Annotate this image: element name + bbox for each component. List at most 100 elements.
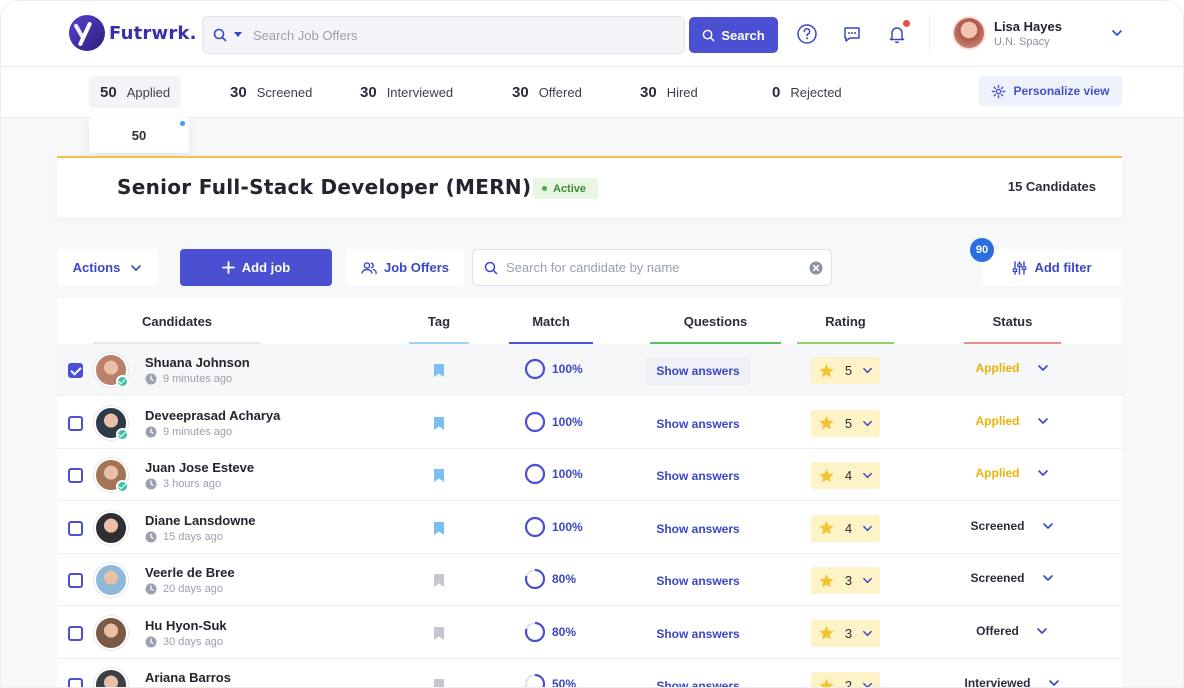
show-answers-button[interactable]: Show answers [646, 672, 750, 687]
user-name: Lisa Hayes [994, 19, 1062, 34]
status-dropdown[interactable]: Screened [957, 519, 1067, 533]
job-offers-button[interactable]: Job Offers [346, 249, 464, 286]
notifications-button[interactable] [886, 20, 910, 45]
rating-dropdown[interactable]: 3 [811, 567, 880, 594]
status-dropdown[interactable]: Screened [957, 571, 1067, 585]
stage-count: 30 [640, 83, 657, 101]
match-value: 100% [552, 414, 583, 429]
rating-dropdown[interactable]: 3 [811, 619, 880, 647]
add-filter-button[interactable]: Add filter [982, 249, 1122, 286]
column-header-status[interactable]: Status [964, 299, 1061, 344]
bookmark-icon[interactable] [433, 521, 445, 536]
rating-dropdown[interactable]: 5 [811, 409, 880, 437]
row-checkbox[interactable] [68, 415, 83, 431]
personalize-view-button[interactable]: Personalize view [979, 76, 1122, 106]
candidate-name[interactable]: Shuana Johnson [145, 355, 250, 370]
tab-screened[interactable]: 30 Screened [219, 76, 323, 108]
candidate-time-label: 15 days ago [163, 530, 223, 543]
row-checkbox[interactable] [68, 573, 83, 588]
rating-dropdown[interactable]: 4 [811, 514, 880, 542]
candidate-name[interactable]: Juan Jose Esteve [145, 460, 254, 475]
stage-count: 0 [772, 83, 781, 101]
avatar[interactable] [94, 668, 128, 687]
candidate-search-input[interactable]: Search for candidate by name [472, 249, 832, 286]
table-row[interactable]: Deveeprasad Acharya 9 minutes ago 100% S… [57, 396, 1122, 449]
bookmark-icon[interactable] [433, 416, 445, 431]
candidate-time-label: 30 days ago [163, 635, 223, 648]
chat-icon [844, 27, 860, 42]
show-answers-button[interactable]: Show answers [646, 462, 750, 490]
table-row[interactable]: Ariana Barros 50% Show answers 2 Intervi… [57, 659, 1122, 688]
stage-label: Hired [666, 84, 698, 100]
match-value: 80% [552, 624, 577, 639]
tab-hired[interactable]: 30 Hired [629, 76, 709, 108]
tab-offered[interactable]: 30 Offered [501, 76, 593, 108]
tab-interviewed[interactable]: 30 Interviewed [349, 76, 464, 108]
caret-down-icon[interactable] [233, 31, 243, 39]
status-value: Screened [970, 571, 1025, 585]
tab-rejected[interactable]: 0 Rejected [761, 76, 853, 108]
column-header-tag[interactable]: Tag [409, 299, 469, 344]
avatar[interactable] [94, 510, 128, 545]
logo[interactable]: Futrwrk. [69, 15, 197, 51]
help-icon [797, 24, 817, 44]
add-job-button[interactable]: Add job [180, 249, 332, 286]
rating-dropdown[interactable]: 4 [811, 462, 880, 489]
status-dropdown[interactable]: Interviewed [957, 676, 1067, 687]
bookmark-icon[interactable] [433, 678, 445, 688]
column-header-candidates[interactable]: Candidates [93, 299, 261, 344]
table-row[interactable]: Shuana Johnson 9 minutes ago 100% Show a… [57, 344, 1122, 396]
show-answers-button[interactable]: Show answers [646, 515, 750, 543]
status-dropdown[interactable]: Applied [957, 466, 1067, 480]
star-icon [819, 363, 834, 377]
status-dropdown[interactable]: Offered [957, 624, 1067, 638]
bookmark-icon[interactable] [433, 626, 445, 641]
match-score: 100% [524, 411, 583, 433]
show-answers-button[interactable]: Show answers [646, 620, 750, 648]
candidate-name[interactable]: Veerle de Bree [145, 565, 235, 580]
show-answers-button[interactable]: Show answers [646, 357, 750, 385]
status-dropdown[interactable]: Applied [957, 361, 1067, 375]
table-row[interactable]: Veerle de Bree 20 days ago 80% Show answ… [57, 554, 1122, 606]
row-checkbox[interactable] [68, 468, 83, 483]
candidate-search-placeholder: Search for candidate by name [506, 260, 680, 275]
candidate-time: 3 hours ago [145, 478, 221, 490]
column-header-rating[interactable]: Rating [797, 299, 894, 344]
candidate-name[interactable]: Diane Lansdowne [145, 513, 256, 528]
table-row[interactable]: Hu Hyon-Suk 30 days ago 80% Show answers… [57, 606, 1122, 659]
bookmark-icon[interactable] [433, 363, 445, 378]
bookmark-icon[interactable] [433, 468, 445, 483]
messages-button[interactable] [841, 23, 863, 45]
user-avatar[interactable] [952, 16, 986, 50]
row-checkbox[interactable] [68, 625, 83, 641]
actions-dropdown[interactable]: Actions [57, 249, 158, 286]
column-header-label: Match [532, 314, 570, 329]
show-answers-button[interactable]: Show answers [646, 567, 750, 595]
show-answers-button[interactable]: Show answers [646, 410, 750, 438]
match-score: 80% [524, 621, 576, 643]
candidate-name[interactable]: Deveeprasad Acharya [145, 408, 280, 423]
candidate-name[interactable]: Hu Hyon-Suk [145, 618, 227, 633]
tab-applied[interactable]: 50 Applied [89, 76, 182, 108]
bookmark-icon[interactable] [433, 573, 445, 588]
row-checkbox[interactable] [68, 520, 83, 536]
job-search-field[interactable]: Search Job Offers [202, 16, 685, 54]
search-button[interactable]: Search [689, 17, 778, 53]
rating-dropdown[interactable]: 5 [811, 357, 880, 384]
rating-dropdown[interactable]: 2 [811, 672, 880, 687]
chevron-down-icon[interactable] [1111, 27, 1123, 39]
row-checkbox[interactable] [68, 363, 83, 378]
candidate-name[interactable]: Ariana Barros [145, 670, 231, 685]
row-checkbox[interactable] [68, 678, 83, 687]
column-header-questions[interactable]: Questions [650, 299, 781, 344]
help-button[interactable] [796, 23, 818, 45]
clear-search-icon[interactable] [809, 261, 823, 275]
avatar[interactable] [94, 563, 128, 597]
table-row[interactable]: Juan Jose Esteve 3 hours ago 100% Show a… [57, 449, 1122, 501]
stage-count: 30 [360, 83, 377, 101]
chevron-down-icon [1042, 522, 1053, 529]
avatar[interactable] [94, 615, 128, 650]
status-dropdown[interactable]: Applied [957, 414, 1067, 428]
table-row[interactable]: Diane Lansdowne 15 days ago 100% Show an… [57, 501, 1122, 554]
column-header-match[interactable]: Match [509, 299, 593, 344]
